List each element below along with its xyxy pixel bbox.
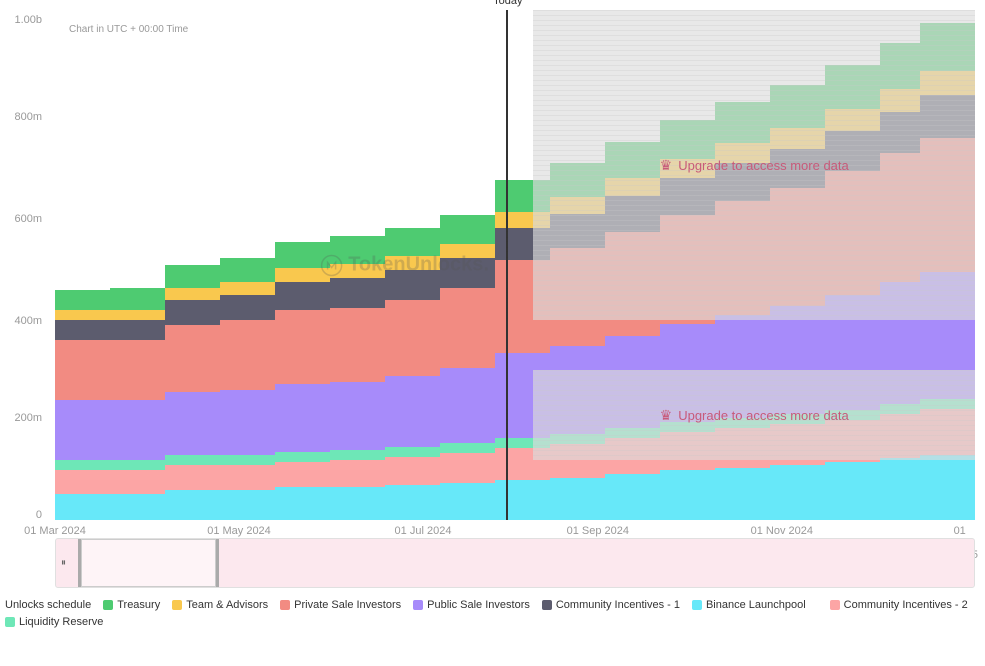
- y-label-800m: 800m: [14, 111, 42, 123]
- legend-title: Unlocks schedule: [5, 599, 91, 611]
- y-axis: 1.00b 800m 600m 400m 200m 0: [0, 10, 50, 520]
- mini-chart-right-handle[interactable]: [216, 539, 219, 587]
- y-label-400m: 400m: [14, 315, 42, 327]
- legend-private-sale: Private Sale Investors: [280, 599, 401, 611]
- utc-label: Chart in UTC + 00:00 Time: [65, 22, 192, 37]
- today-line: Today: [506, 10, 508, 520]
- upgrade-overlay-top: ♛ Upgrade to access more data: [533, 10, 975, 320]
- y-label-0: 0: [36, 509, 42, 521]
- chart-inner: Today ♛ Upgrade to access more data ♛ Up…: [55, 10, 975, 520]
- legend-community-1: Community Incentives - 1: [542, 599, 680, 611]
- legend-dot-liquidity: [5, 617, 15, 627]
- legend: Unlocks schedule Treasury Team & Advisor…: [5, 598, 980, 628]
- mini-pause-button[interactable]: ⏸: [61, 558, 66, 569]
- x-label-jul: 01 Jul 2024: [395, 525, 452, 537]
- legend-public-sale: Public Sale Investors: [413, 599, 530, 611]
- x-label-may: 01 May 2024: [207, 525, 271, 537]
- upgrade-text-bottom: ♛ Upgrade to access more data: [660, 407, 849, 424]
- legend-dot-community2: [830, 600, 840, 610]
- legend-liquidity: Liquidity Reserve: [5, 616, 103, 628]
- crown-icon-top: ♛: [660, 157, 673, 174]
- chart-area: Today ♛ Upgrade to access more data ♛ Up…: [55, 10, 975, 520]
- legend-binance: Binance Launchpool: [692, 599, 806, 611]
- y-label-200m: 200m: [14, 412, 42, 424]
- legend-dot-binance: [692, 600, 702, 610]
- x-label-sep: 01 Sep 2024: [567, 525, 629, 537]
- mini-chart-selection[interactable]: [81, 539, 216, 587]
- crown-icon-bottom: ♛: [660, 407, 673, 424]
- legend-dot-community1: [542, 600, 552, 610]
- legend-dot-team: [172, 600, 182, 610]
- legend-community-2: Community Incentives - 2: [830, 599, 968, 611]
- today-label: Today: [493, 0, 522, 7]
- legend-treasury: Treasury: [103, 599, 160, 611]
- legend-team-advisors: Team & Advisors: [172, 599, 268, 611]
- y-label-600m: 600m: [14, 213, 42, 225]
- mini-chart-left-handle[interactable]: [78, 539, 81, 587]
- legend-dot-public: [413, 600, 423, 610]
- watermark: TokenUnlocks.: [320, 254, 489, 277]
- legend-dot-private: [280, 600, 290, 610]
- upgrade-text-top: ♛ Upgrade to access more data: [660, 157, 849, 174]
- x-label-nov: 01 Nov 2024: [751, 525, 813, 537]
- x-label-mar: 01 Mar 2024: [24, 525, 86, 537]
- upgrade-overlay-bottom: ♛ Upgrade to access more data: [533, 370, 975, 460]
- y-label-1b: 1.00b: [14, 14, 42, 26]
- chart-container: 1.00b 800m 600m 400m 200m 0 Chart in UTC…: [0, 0, 985, 666]
- legend-dot-treasury: [103, 600, 113, 610]
- mini-chart[interactable]: ⏸: [55, 538, 975, 588]
